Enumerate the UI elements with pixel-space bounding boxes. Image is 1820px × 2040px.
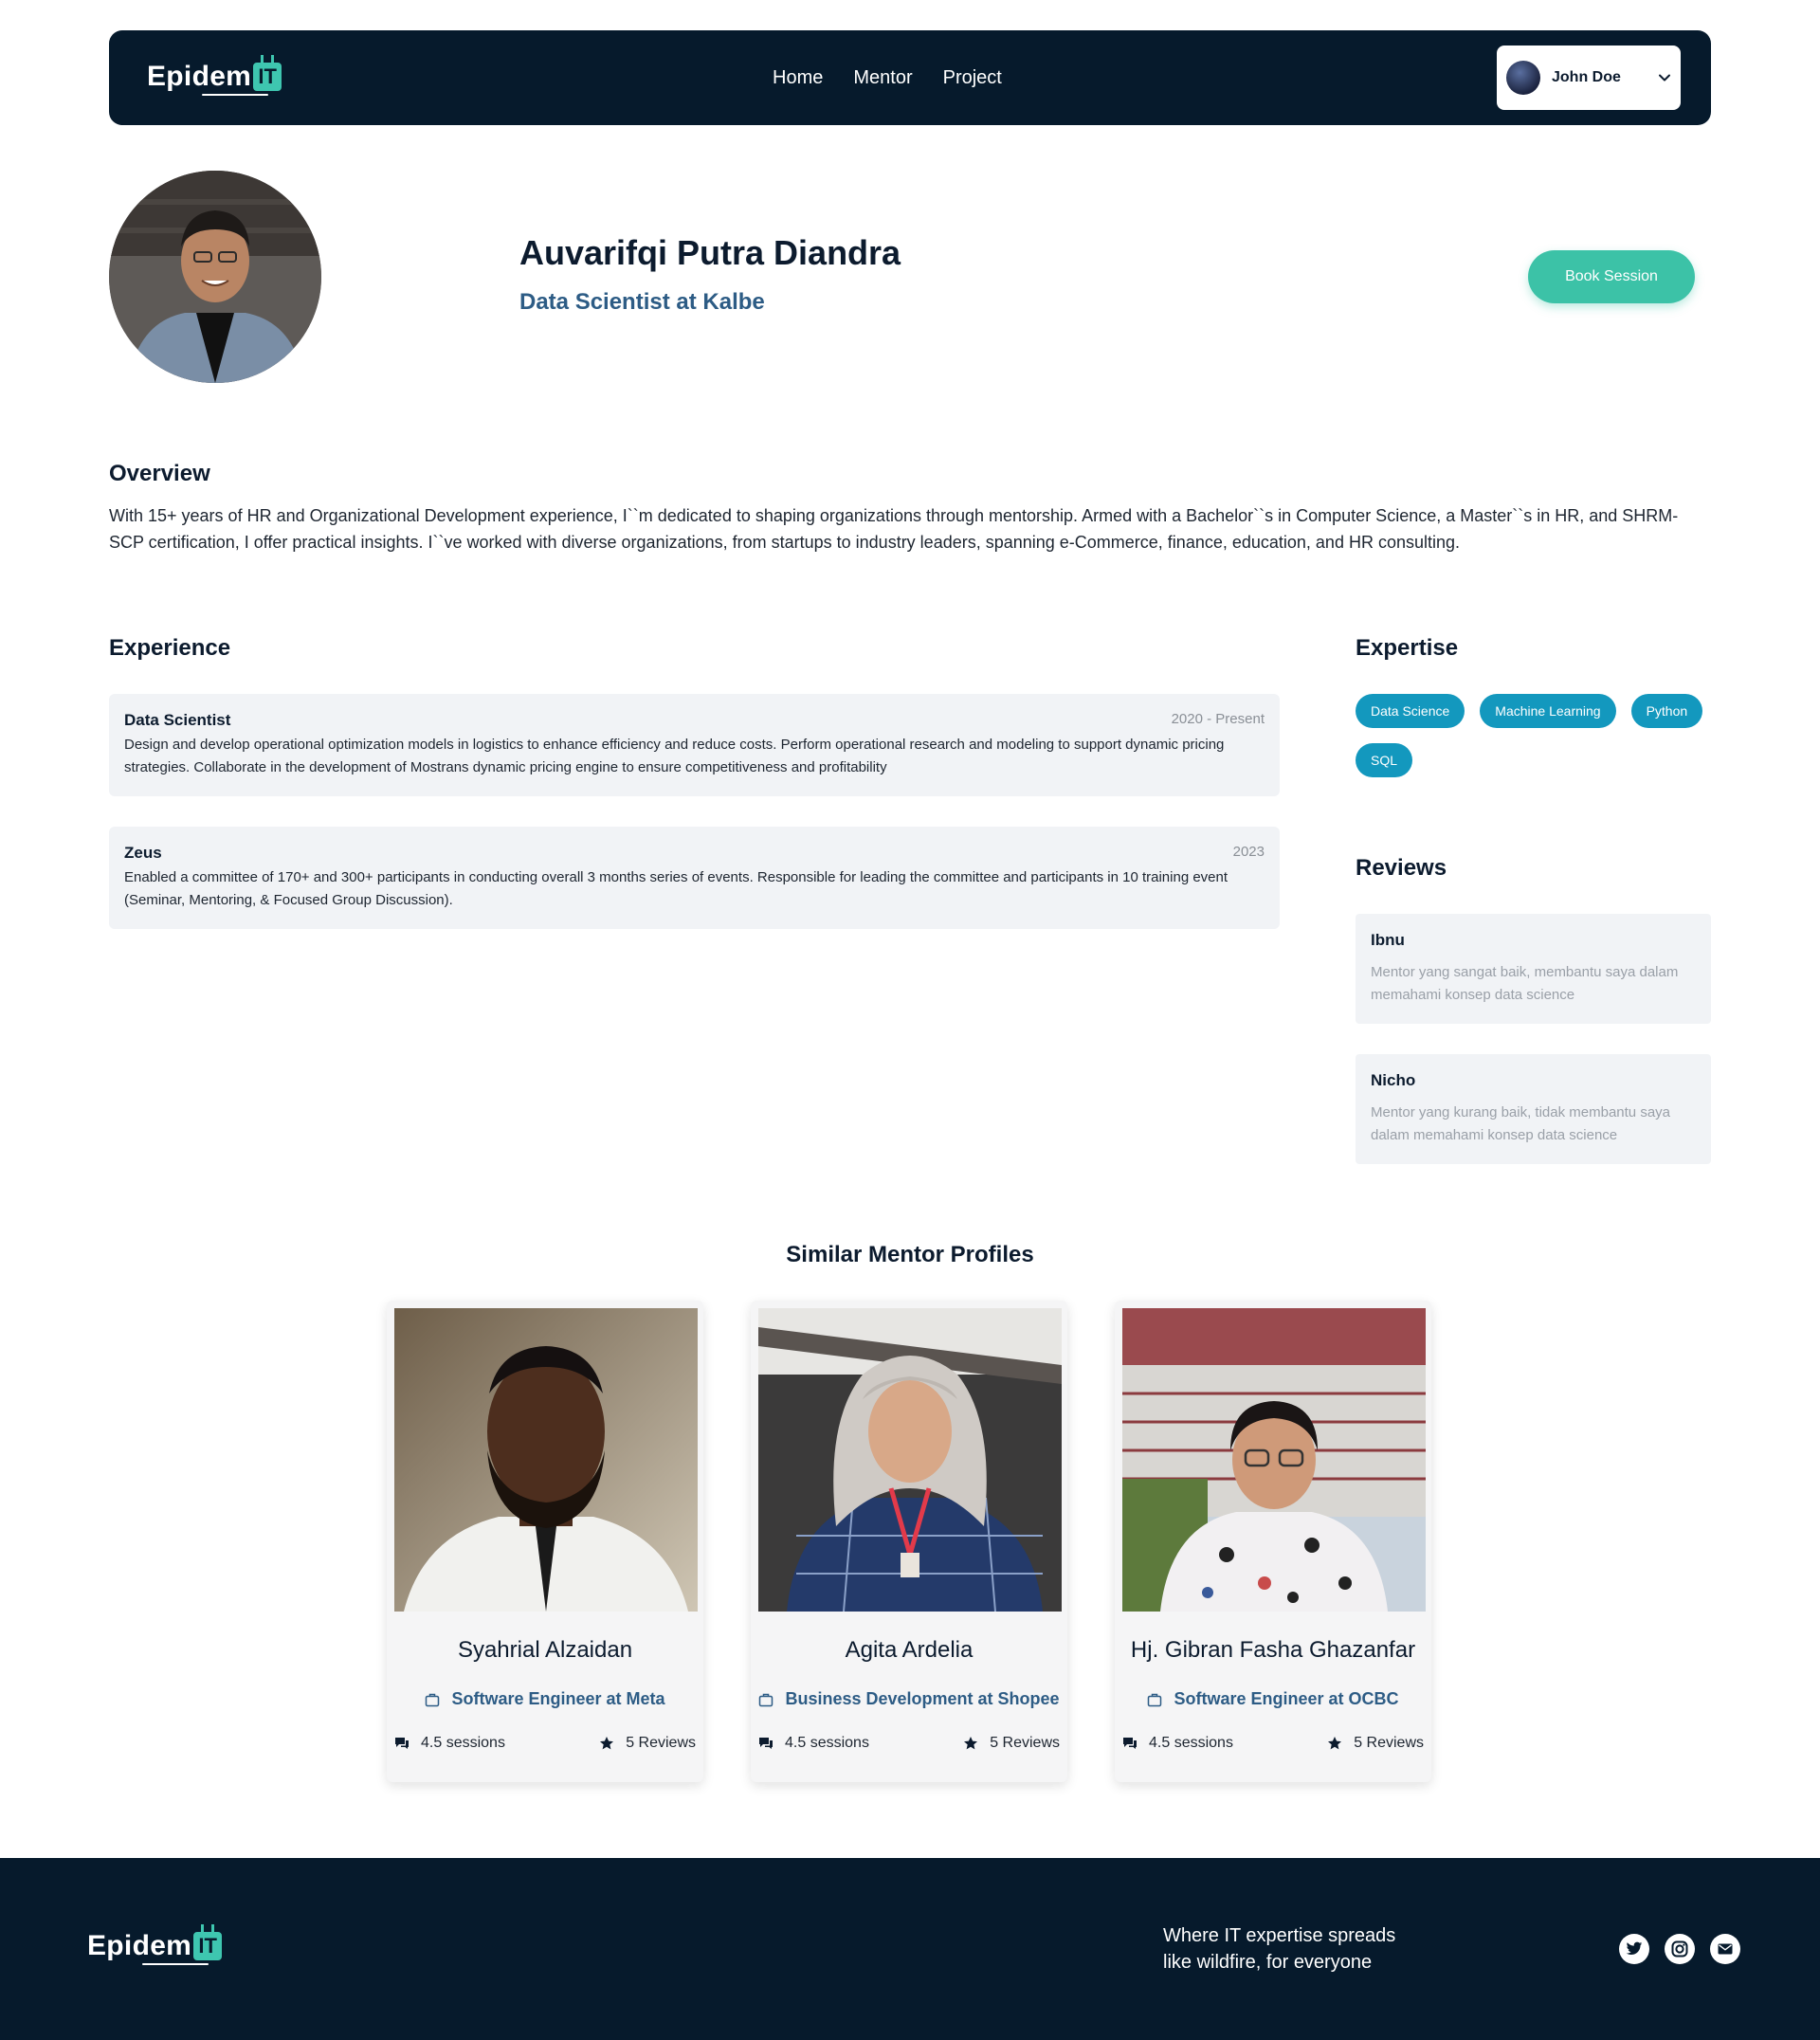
- star-icon: [1328, 1737, 1342, 1750]
- expertise-tag[interactable]: SQL: [1356, 743, 1413, 777]
- review-card: Ibnu Mentor yang sangat baik, membantu s…: [1356, 914, 1711, 1024]
- mail-icon[interactable]: [1710, 1934, 1740, 1964]
- mentor-card-reviews: 5 Reviews: [626, 1735, 696, 1751]
- mentor-card-photo: [1122, 1308, 1426, 1612]
- mentor-card-sessions: 4.5 sessions: [421, 1735, 505, 1751]
- reviewer-name: Ibnu: [1371, 931, 1405, 949]
- expertise-tag[interactable]: Data Science: [1356, 694, 1465, 728]
- nav-link-project[interactable]: Project: [943, 67, 1002, 89]
- mentor-card-reviews: 5 Reviews: [990, 1735, 1060, 1751]
- mentor-card[interactable]: Agita Ardelia Business Development at Sh…: [751, 1301, 1067, 1782]
- chat-icon: [759, 1738, 773, 1749]
- mentor-card-role: Software Engineer at Meta: [387, 1689, 703, 1709]
- expertise-tag[interactable]: Python: [1630, 694, 1703, 728]
- reviewer-name: Nicho: [1371, 1071, 1416, 1089]
- site-footer: Epidem IT Where IT expertise spreads lik…: [0, 1858, 1820, 2040]
- mentor-title: Data Scientist at Kalbe: [519, 289, 765, 315]
- footer-tagline-line: Where IT expertise spreads: [1163, 1925, 1396, 1946]
- mentor-name: Auvarifqi Putra Diandra: [519, 233, 901, 272]
- experience-period: 2023: [1232, 844, 1265, 860]
- review-text: Mentor yang kurang baik, tidak membantu …: [1371, 1104, 1671, 1143]
- experience-description: Enabled a committee of 170+ and 300+ par…: [124, 869, 1228, 908]
- brand-logo[interactable]: Epidem IT: [147, 55, 282, 96]
- main-nav: Home Mentor Project: [773, 30, 1002, 125]
- user-menu-dropdown[interactable]: John Doe: [1497, 46, 1681, 110]
- mentor-card-photo: [394, 1308, 698, 1612]
- mentor-card-stats: 4.5 sessions 5 Reviews: [394, 1735, 696, 1752]
- footer-tagline: Where IT expertise spreads like wildfire…: [1163, 1922, 1447, 1976]
- mentor-card-stats: 4.5 sessions 5 Reviews: [758, 1735, 1060, 1752]
- experience-card: Zeus 2023 Enabled a committee of 170+ an…: [109, 827, 1280, 929]
- mentor-card-role-text: Software Engineer at Meta: [451, 1689, 665, 1708]
- mentor-card-reviews: 5 Reviews: [1354, 1735, 1424, 1751]
- mentor-card-name: Hj. Gibran Fasha Ghazanfar: [1130, 1637, 1416, 1663]
- reviews-heading: Reviews: [1356, 855, 1447, 881]
- book-session-button[interactable]: Book Session: [1528, 250, 1695, 303]
- footer-logo[interactable]: Epidem IT: [87, 1924, 223, 1965]
- chat-icon: [395, 1738, 409, 1749]
- overview-heading: Overview: [109, 461, 210, 486]
- experience-card: Data Scientist 2020 - Present Design and…: [109, 694, 1280, 796]
- experience-description: Design and develop operational optimizat…: [124, 737, 1225, 775]
- expertise-tag[interactable]: Machine Learning: [1480, 694, 1616, 728]
- user-avatar: [1506, 61, 1540, 95]
- mentor-card-role: Software Engineer at OCBC: [1115, 1689, 1431, 1709]
- briefcase-icon: [1148, 1693, 1162, 1706]
- review-text: Mentor yang sangat baik, membantu saya d…: [1371, 964, 1679, 1003]
- mentor-card-name: Syahrial Alzaidan: [457, 1637, 633, 1663]
- mentor-card[interactable]: Syahrial Alzaidan Software Engineer at M…: [387, 1301, 703, 1782]
- mentor-card-sessions: 4.5 sessions: [1149, 1735, 1233, 1751]
- briefcase-icon: [426, 1693, 440, 1706]
- experience-heading: Experience: [109, 635, 231, 661]
- logo-badge: IT: [193, 1924, 223, 1960]
- nav-link-home[interactable]: Home: [773, 67, 823, 89]
- twitter-icon[interactable]: [1619, 1934, 1649, 1964]
- mentor-card-name: Agita Ardelia: [845, 1637, 974, 1663]
- mentor-card[interactable]: Hj. Gibran Fasha Ghazanfar Software Engi…: [1115, 1301, 1431, 1782]
- instagram-icon[interactable]: [1665, 1934, 1695, 1964]
- experience-role: Data Scientist: [124, 711, 231, 729]
- logo-wordmark: Epidem: [87, 1930, 192, 1961]
- mentor-card-role: Business Development at Shopee: [751, 1689, 1067, 1709]
- expertise-heading: Expertise: [1356, 635, 1459, 661]
- footer-tagline-line: like wildfire, for everyone: [1163, 1952, 1373, 1973]
- mentor-card-role-text: Business Development at Shopee: [785, 1689, 1060, 1708]
- briefcase-icon: [759, 1693, 774, 1706]
- nav-link-mentor[interactable]: Mentor: [853, 67, 912, 89]
- review-card: Nicho Mentor yang kurang baik, tidak mem…: [1356, 1054, 1711, 1164]
- experience-period: 2020 - Present: [1171, 711, 1265, 727]
- logo-wordmark: Epidem: [147, 61, 252, 92]
- chat-icon: [1123, 1738, 1137, 1749]
- logo-badge: IT: [253, 55, 282, 91]
- overview-text: With 15+ years of HR and Organizational …: [109, 506, 1679, 552]
- top-navbar: Epidem IT Home Mentor Project John Doe: [109, 30, 1711, 125]
- star-icon: [600, 1737, 614, 1750]
- experience-role: Zeus: [124, 844, 162, 862]
- star-icon: [964, 1737, 978, 1750]
- expertise-tags: Data Science Machine Learning Python SQL: [1356, 694, 1716, 777]
- logo-underline: [142, 1963, 209, 1965]
- mentor-card-stats: 4.5 sessions 5 Reviews: [1122, 1735, 1424, 1752]
- mentor-card-photo: [758, 1308, 1062, 1612]
- chevron-down-icon[interactable]: [1658, 71, 1671, 84]
- user-name: John Doe: [1552, 69, 1621, 85]
- mentor-card-role-text: Software Engineer at OCBC: [1174, 1689, 1399, 1708]
- mentor-profile-photo: [109, 171, 321, 383]
- mentor-card-sessions: 4.5 sessions: [785, 1735, 869, 1751]
- similar-mentors-heading: Similar Mentor Profiles: [786, 1242, 1034, 1267]
- logo-underline: [202, 94, 268, 96]
